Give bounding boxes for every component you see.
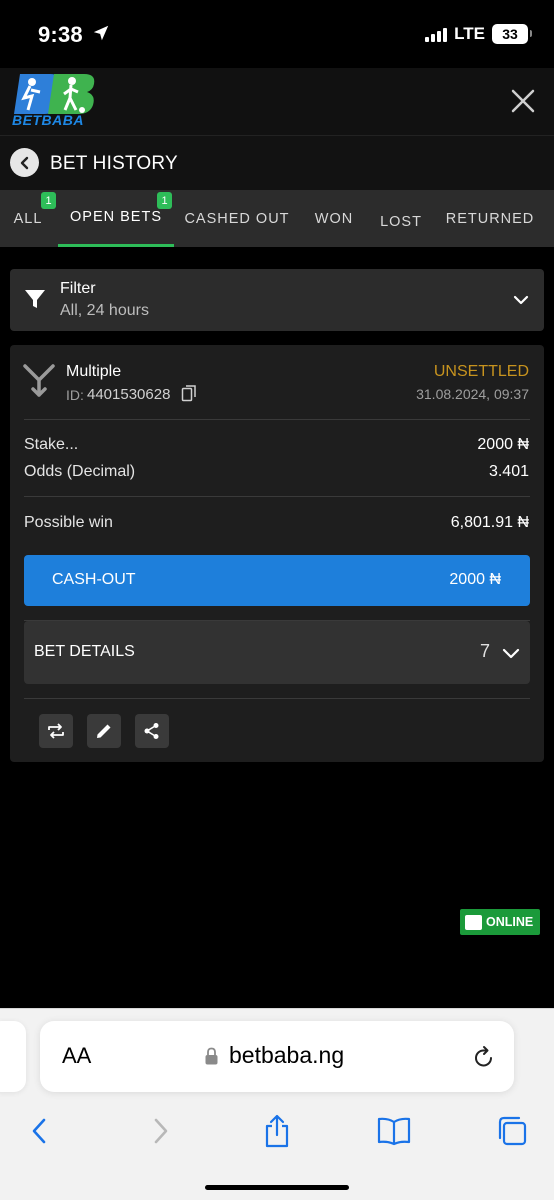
browser-toolbar: AA betbaba.ng	[0, 1008, 554, 1200]
cashout-label: CASH-OUT	[52, 571, 136, 588]
tab-label: OPEN BETS	[70, 209, 162, 225]
online-label: ONLINE	[486, 915, 534, 929]
chevron-right-icon	[154, 1118, 168, 1144]
stake-label: Stake...	[24, 436, 79, 453]
possible-win-value: 6,801.91 ₦	[450, 514, 529, 531]
reload-icon[interactable]	[472, 1045, 496, 1069]
cashout-amount: 2000 ₦	[449, 571, 501, 588]
tab-open-bets[interactable]: OPEN BETS 1	[58, 190, 174, 247]
cashout-button[interactable]: CASH-OUT 2000 ₦	[24, 555, 530, 606]
signal-icon	[425, 26, 448, 42]
tab-won[interactable]: WON	[300, 190, 368, 247]
reader-settings-button[interactable]: AA	[62, 1043, 91, 1069]
browser-back-button[interactable]	[22, 1113, 58, 1149]
close-icon[interactable]	[508, 86, 538, 116]
filter-dropdown[interactable]: Filter All, 24 hours	[10, 269, 544, 331]
bet-card: Multiple ID: 4401530628 UNSETTLED 31.08.…	[10, 345, 544, 762]
bet-id: 4401530628	[87, 386, 171, 403]
page-title: BET HISTORY	[50, 153, 178, 174]
status-bar: 9:38 LTE 33	[0, 0, 554, 68]
browser-share-button[interactable]	[259, 1113, 295, 1149]
bet-details-count: 7	[479, 641, 490, 661]
network-label: LTE	[454, 24, 485, 43]
tab-label: CASHED OUT	[184, 210, 290, 227]
tab-lost[interactable]: LOST	[370, 190, 432, 247]
bet-type: Multiple	[66, 363, 122, 380]
back-button[interactable]	[10, 148, 39, 177]
bet-details-label: BET DETAILS	[34, 643, 135, 660]
book-icon	[377, 1117, 411, 1146]
edit-bet-button[interactable]	[87, 714, 121, 748]
tab-count-badge: 1	[41, 192, 56, 209]
tab-cashed-out[interactable]: CASHED OUT	[176, 190, 298, 247]
bet-history-tabs: ALL 1 OPEN BETS 1 CASHED OUT WON LOST RE…	[0, 190, 554, 247]
tab-label: ALL	[13, 210, 43, 227]
tab-returned[interactable]: RETURNED	[434, 190, 546, 247]
tab-label: RETURNED	[445, 210, 535, 227]
status-time: 9:38	[38, 22, 83, 47]
bookmarks-button[interactable]	[376, 1113, 412, 1149]
repeat-icon	[48, 723, 64, 739]
tabs-icon	[498, 1116, 527, 1146]
chevron-down-icon	[513, 295, 529, 305]
online-chat-button[interactable]: ONLINE	[460, 909, 540, 935]
chevron-down-icon	[502, 648, 520, 659]
bet-details-toggle[interactable]: BET DETAILS 7	[24, 621, 530, 684]
share-bet-button[interactable]	[135, 714, 169, 748]
chevron-left-icon	[32, 1118, 46, 1144]
divider	[24, 496, 530, 497]
filter-value: All, 24 hours	[60, 302, 149, 319]
stake-value: 2000 ₦	[477, 436, 529, 453]
home-indicator	[205, 1185, 349, 1190]
odds-value: 3.401	[488, 463, 529, 480]
bet-id-label: ID:	[66, 387, 84, 403]
aa-label: AA	[62, 1043, 92, 1068]
site-header: BETBABA	[0, 68, 554, 136]
bet-status-badge: UNSETTLED	[433, 363, 529, 380]
address-bar[interactable]: AA betbaba.ng	[40, 1021, 514, 1092]
lock-icon	[205, 1047, 218, 1065]
page-title-bar: BET HISTORY	[0, 136, 554, 190]
bet-date: 31.08.2024, 09:37	[416, 386, 529, 402]
filter-funnel-icon	[25, 290, 45, 308]
copy-icon[interactable]	[181, 384, 197, 402]
browser-forward-button[interactable]	[142, 1113, 178, 1149]
divider	[24, 698, 530, 699]
status-indicators: LTE 33	[425, 24, 532, 44]
tab-label: WON	[314, 210, 354, 227]
divider	[24, 419, 530, 420]
tab-label: LOST	[380, 213, 422, 230]
pencil-icon	[97, 724, 111, 738]
tab-all[interactable]: ALL 1	[0, 190, 56, 247]
battery-icon: 33	[492, 24, 532, 44]
filter-title: Filter	[60, 280, 96, 297]
chevron-left-icon	[20, 156, 28, 169]
previous-tab-pill[interactable]	[0, 1021, 26, 1092]
battery-level: 33	[502, 26, 518, 42]
share-icon	[265, 1114, 289, 1148]
logo-text: BETBABA	[12, 112, 84, 128]
odds-label: Odds (Decimal)	[24, 463, 136, 480]
possible-win-label: Possible win	[24, 514, 113, 531]
chat-quote-icon	[465, 914, 482, 930]
url-text: betbaba.ng	[229, 1042, 345, 1068]
tabs-button[interactable]	[494, 1113, 530, 1149]
tab-count-badge: 1	[157, 192, 172, 209]
repeat-bet-button[interactable]	[39, 714, 73, 748]
share-icon	[144, 723, 159, 739]
location-arrow-icon	[93, 25, 109, 41]
multiple-bet-icon	[23, 364, 55, 397]
browser-nav-row	[0, 1101, 554, 1161]
